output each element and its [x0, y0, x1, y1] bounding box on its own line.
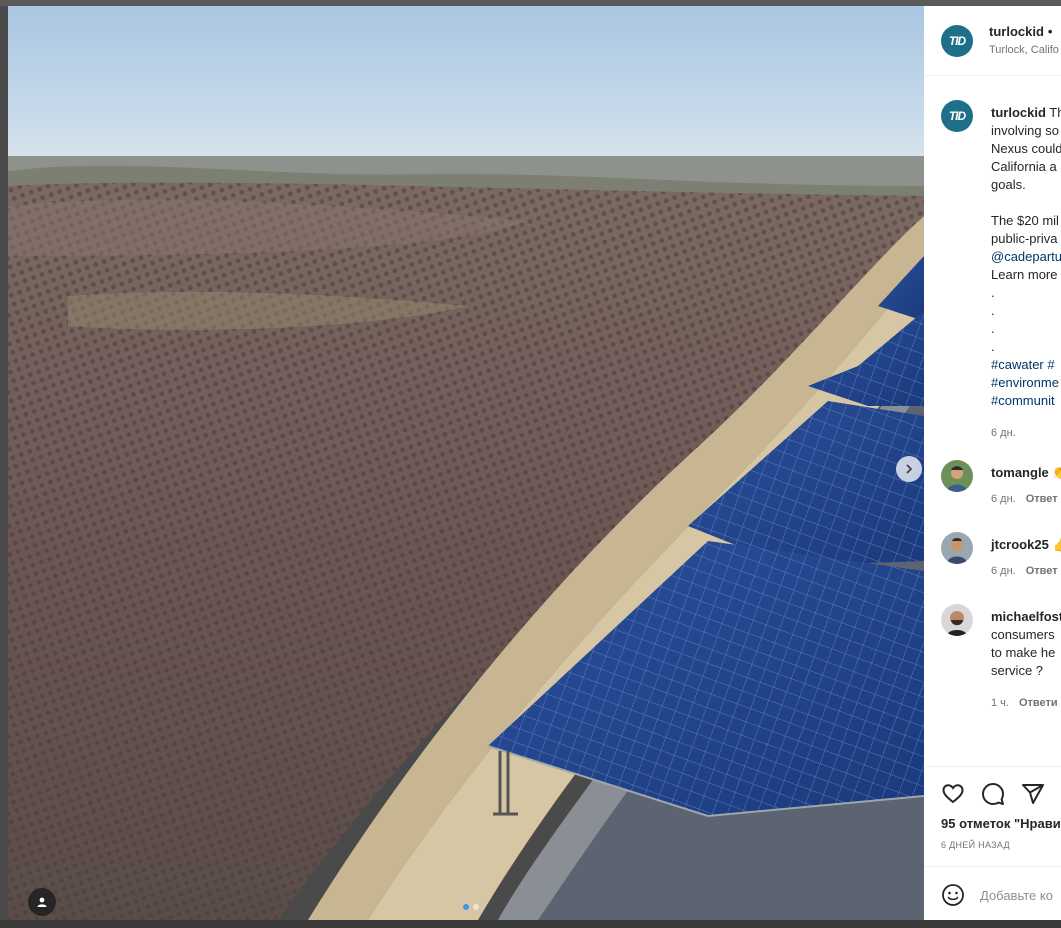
caption-dot: .	[991, 339, 995, 354]
caption-line: California a	[991, 159, 1057, 174]
share-button[interactable]	[1020, 781, 1046, 807]
likes-count[interactable]: 95 отметок "Нрави	[941, 816, 1061, 831]
user-tag-icon	[37, 897, 47, 907]
commenter-username[interactable]: jtcrook25	[991, 537, 1049, 552]
reply-button[interactable]: Ответ	[1026, 565, 1058, 577]
comment-time[interactable]: 1 ч.	[991, 697, 1009, 709]
carousel-dot	[473, 904, 479, 910]
post-date[interactable]: 6 ДНЕЙ НАЗАД	[941, 840, 1010, 850]
commenter-avatar[interactable]	[941, 532, 973, 564]
caption-text: turlockid Th involving so Nexus could Ca…	[991, 104, 1061, 442]
caption-time[interactable]: 6 дн.	[991, 424, 1061, 442]
commenter-username[interactable]: michaelfost	[991, 609, 1061, 624]
caption-line: Nexus could	[991, 141, 1061, 156]
comment-text: consumers	[991, 627, 1055, 642]
caption-avatar[interactable]: TID	[941, 100, 973, 132]
comment-icon	[982, 783, 1004, 805]
carousel-dot-active	[463, 904, 469, 910]
hashtag-link[interactable]: #cawater #	[991, 356, 1061, 374]
caption-dot: .	[991, 303, 995, 318]
comment-input[interactable]	[980, 883, 1061, 907]
comment-body: jtcrook25 👍 6 дн. Ответ	[991, 537, 1061, 577]
author-username[interactable]: turlockid •	[989, 24, 1052, 39]
caption-line: Th	[1049, 105, 1061, 120]
post-actions: 95 отметок "Нрави 6 ДНЕЙ НАЗАД	[924, 766, 1061, 866]
like-button[interactable]	[940, 781, 966, 807]
author-name[interactable]: turlockid	[989, 24, 1044, 39]
post-header: TID turlockid • Turlock, Califo	[924, 6, 1061, 76]
commenter-avatar[interactable]	[941, 604, 973, 636]
comment-button[interactable]	[980, 781, 1006, 807]
caption-line: public-priva	[991, 231, 1058, 246]
emoji-button[interactable]	[941, 883, 965, 907]
author-avatar[interactable]: TID	[941, 25, 973, 57]
comments-list[interactable]: TID turlockid Th involving so Nexus coul…	[924, 96, 1061, 766]
chevron-right-icon	[906, 464, 913, 474]
commenter-avatar[interactable]	[941, 460, 973, 492]
comment-body: tomangle 👏 6 дн. Ответ	[991, 465, 1061, 505]
emoji-icon	[942, 884, 964, 906]
send-icon	[1022, 784, 1044, 804]
caption-line: Learn more	[991, 267, 1058, 282]
carousel-indicator	[463, 904, 479, 910]
reply-button[interactable]: Ответ	[1026, 493, 1058, 505]
caption-line: The $20 mil	[991, 213, 1059, 228]
tagged-users-button[interactable]	[28, 888, 56, 916]
reply-button[interactable]: Ответи	[1019, 697, 1058, 709]
comment-text: service ?	[991, 663, 1044, 678]
post-photo[interactable]	[8, 6, 924, 920]
caption-line: goals.	[991, 177, 1026, 192]
heart-icon	[942, 784, 964, 804]
comment-time[interactable]: 6 дн.	[991, 493, 1016, 505]
hashtag-link[interactable]: #communit	[991, 392, 1061, 410]
caption-dot: .	[991, 321, 995, 336]
caption-line: involving so	[991, 123, 1059, 138]
commenter-username[interactable]: tomangle	[991, 465, 1049, 480]
comment-body: michaelfost consumers to make he service…	[991, 608, 1061, 712]
hashtag-link[interactable]: #environme	[991, 374, 1061, 392]
caption-dot: .	[991, 285, 995, 300]
header-separator: •	[1047, 24, 1053, 39]
mention-link[interactable]: @cadepartu	[991, 248, 1061, 266]
aerial-photo-illustration	[8, 6, 924, 920]
page-backdrop-bottom	[0, 920, 1061, 928]
add-comment-bar	[924, 866, 1061, 920]
post-location[interactable]: Turlock, Califo	[989, 44, 1059, 56]
next-photo-button[interactable]	[896, 456, 922, 482]
comment-time[interactable]: 6 дн.	[991, 565, 1016, 577]
post-side-panel: TID turlockid • Turlock, Califo TID turlo…	[924, 6, 1061, 920]
caption-author[interactable]: turlockid	[991, 105, 1046, 120]
comment-text: to make he	[991, 645, 1056, 660]
